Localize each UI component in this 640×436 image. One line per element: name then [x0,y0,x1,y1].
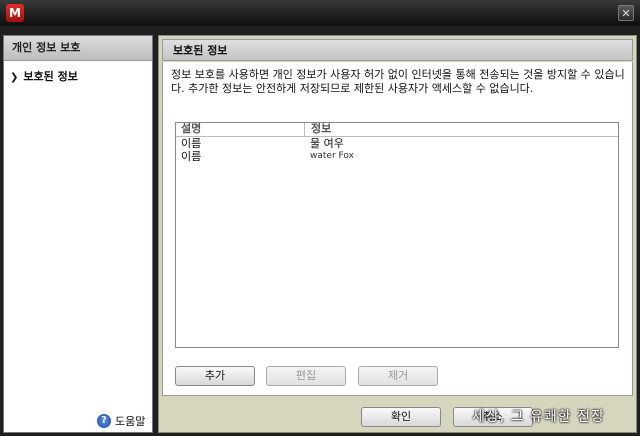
column-header-info[interactable]: 정보 [304,123,331,136]
row-description: 이름 [181,137,202,150]
sidebar-item-protected-info[interactable]: ❯ 보호된 정보 [10,68,78,84]
help-label: 도움말 [115,415,146,428]
chevron-right-icon: ❯ [10,72,19,83]
watermark-text: 세상, 그 유쾌한 전장 [472,409,605,425]
help-link[interactable]: ? 도움말 [97,413,145,429]
add-button[interactable]: 추가 [175,366,255,386]
table-row[interactable]: 이름 water Fox [176,150,618,163]
dialog-frame: 개인 정보 보호 ❯ 보호된 정보 ? 도움말 보호된 정보 정보 보호를 사용하… [0,26,640,436]
help-icon: ? [97,414,111,428]
sidebar-item-label: 보호된 정보 [23,70,78,83]
panel-body: 정보 보호를 사용하면 개인 정보가 사용자 허가 없이 인터넷을 통해 전송되… [162,62,633,396]
title-bar: M ✕ [0,0,640,26]
mcafee-logo-icon: M [6,4,24,22]
remove-button[interactable]: 제거 [358,366,438,386]
list-header: 설명 정보 [176,123,618,137]
main-panel: 보호된 정보 정보 보호를 사용하면 개인 정보가 사용자 허가 없이 인터넷을… [158,35,637,433]
sidebar: 개인 정보 보호 ❯ 보호된 정보 ? 도움말 [3,35,153,433]
close-button[interactable]: ✕ [618,5,634,21]
ok-button[interactable]: 확인 [361,407,441,427]
table-row[interactable]: 이름 물 여우 [176,137,618,150]
row-description: 이름 [181,150,202,163]
description-text: 정보 보호를 사용하면 개인 정보가 사용자 허가 없이 인터넷을 통해 전송되… [171,68,625,95]
panel-title: 보호된 정보 [162,39,633,61]
sidebar-header: 개인 정보 보호 [4,36,152,61]
column-header-description[interactable]: 설명 [181,123,201,135]
protected-info-list[interactable]: 설명 정보 이름 물 여우 이름 water Fox [175,122,619,348]
row-info: 물 여우 [310,137,344,150]
edit-button[interactable]: 편집 [266,366,346,386]
row-info: water Fox [310,151,354,161]
